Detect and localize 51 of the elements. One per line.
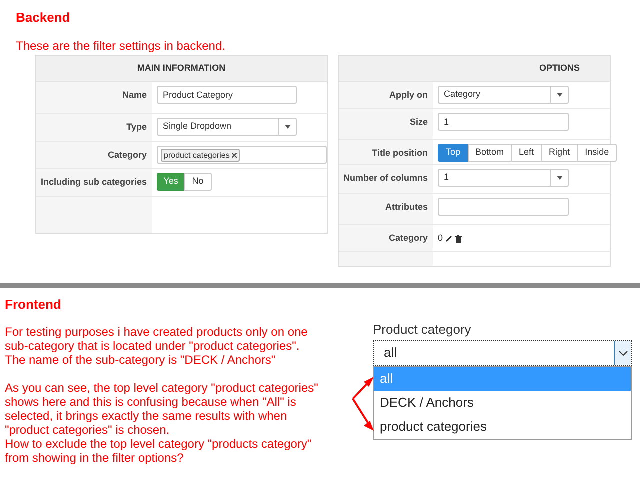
paragraph-line: from showing in the filter options? bbox=[5, 451, 184, 465]
chevron-down-icon bbox=[618, 350, 628, 356]
arrows-drawing bbox=[352, 377, 374, 431]
paragraph-line: For testing purposes i have created products only on one bbox=[5, 325, 308, 339]
field-label: Product category bbox=[373, 322, 472, 338]
field-label: Name bbox=[36, 82, 152, 113]
select-field[interactable]: Single Dropdown bbox=[157, 118, 297, 136]
remove-icon[interactable] bbox=[232, 152, 237, 158]
section-heading: Backend bbox=[15, 9, 72, 26]
dropdown-option[interactable]: DECK / Anchors bbox=[374, 391, 631, 415]
text-field[interactable]: Product Category bbox=[157, 86, 297, 104]
paragraph-line: sub-category that is located under "product categories". bbox=[5, 339, 300, 353]
pencil-icon[interactable] bbox=[445, 234, 454, 243]
field-label: Attributes bbox=[339, 194, 433, 224]
paragraph-line: shows here and this is confusing because when "All" is bbox=[5, 395, 296, 409]
panel-title: MAIN INFORMATION bbox=[137, 62, 226, 75]
toggle-option[interactable]: No bbox=[184, 173, 212, 191]
toggle-option[interactable]: Left bbox=[511, 144, 542, 162]
select-field[interactable]: 1 bbox=[438, 169, 569, 187]
field-label: Apply on bbox=[339, 82, 433, 108]
paragraph-line: "product categories" is chosen. bbox=[5, 423, 170, 437]
tag-input-field[interactable]: product categories bbox=[157, 146, 327, 164]
paragraph-line: How to exclude the top level category "products category" bbox=[5, 437, 312, 451]
select-field[interactable]: all bbox=[373, 340, 632, 366]
caret-icon bbox=[284, 125, 290, 129]
toggle-option[interactable]: Right bbox=[541, 144, 578, 162]
field-label: Number of columns bbox=[339, 165, 433, 193]
field-label: Size bbox=[339, 109, 433, 139]
paragraph-line: selected, it brings exactly the same results with when bbox=[5, 409, 288, 423]
paragraph-line: As you can see, the top level category "product categories" bbox=[5, 381, 318, 395]
tag-chip: product categories bbox=[161, 148, 240, 162]
section-heading: Frontend bbox=[4, 297, 62, 313]
toggle-option[interactable]: Bottom bbox=[468, 144, 512, 162]
trash-icon[interactable] bbox=[455, 234, 462, 243]
dropdown-option[interactable]: product categories bbox=[374, 415, 631, 439]
panel-title: OPTIONS bbox=[539, 62, 580, 75]
paragraph-line: The name of the sub-category is "DECK / Anchors" bbox=[5, 353, 276, 367]
field-label: Category bbox=[339, 225, 433, 251]
toggle-option[interactable]: Inside bbox=[577, 144, 618, 162]
field-value: 0 bbox=[438, 232, 444, 245]
caret-icon bbox=[556, 176, 562, 180]
field-label: Title position bbox=[339, 140, 433, 164]
field-label: Including sub categories bbox=[36, 169, 152, 196]
toggle-option[interactable]: Top bbox=[438, 144, 469, 162]
text-field[interactable] bbox=[438, 198, 569, 216]
note-text: These are the filter settings in backend. bbox=[15, 38, 226, 53]
field-label: Type bbox=[36, 114, 152, 141]
text-field[interactable]: 1 bbox=[438, 113, 569, 131]
field-label: Category bbox=[36, 142, 152, 168]
select-field[interactable]: Category bbox=[438, 86, 569, 104]
caret-icon bbox=[556, 93, 562, 97]
